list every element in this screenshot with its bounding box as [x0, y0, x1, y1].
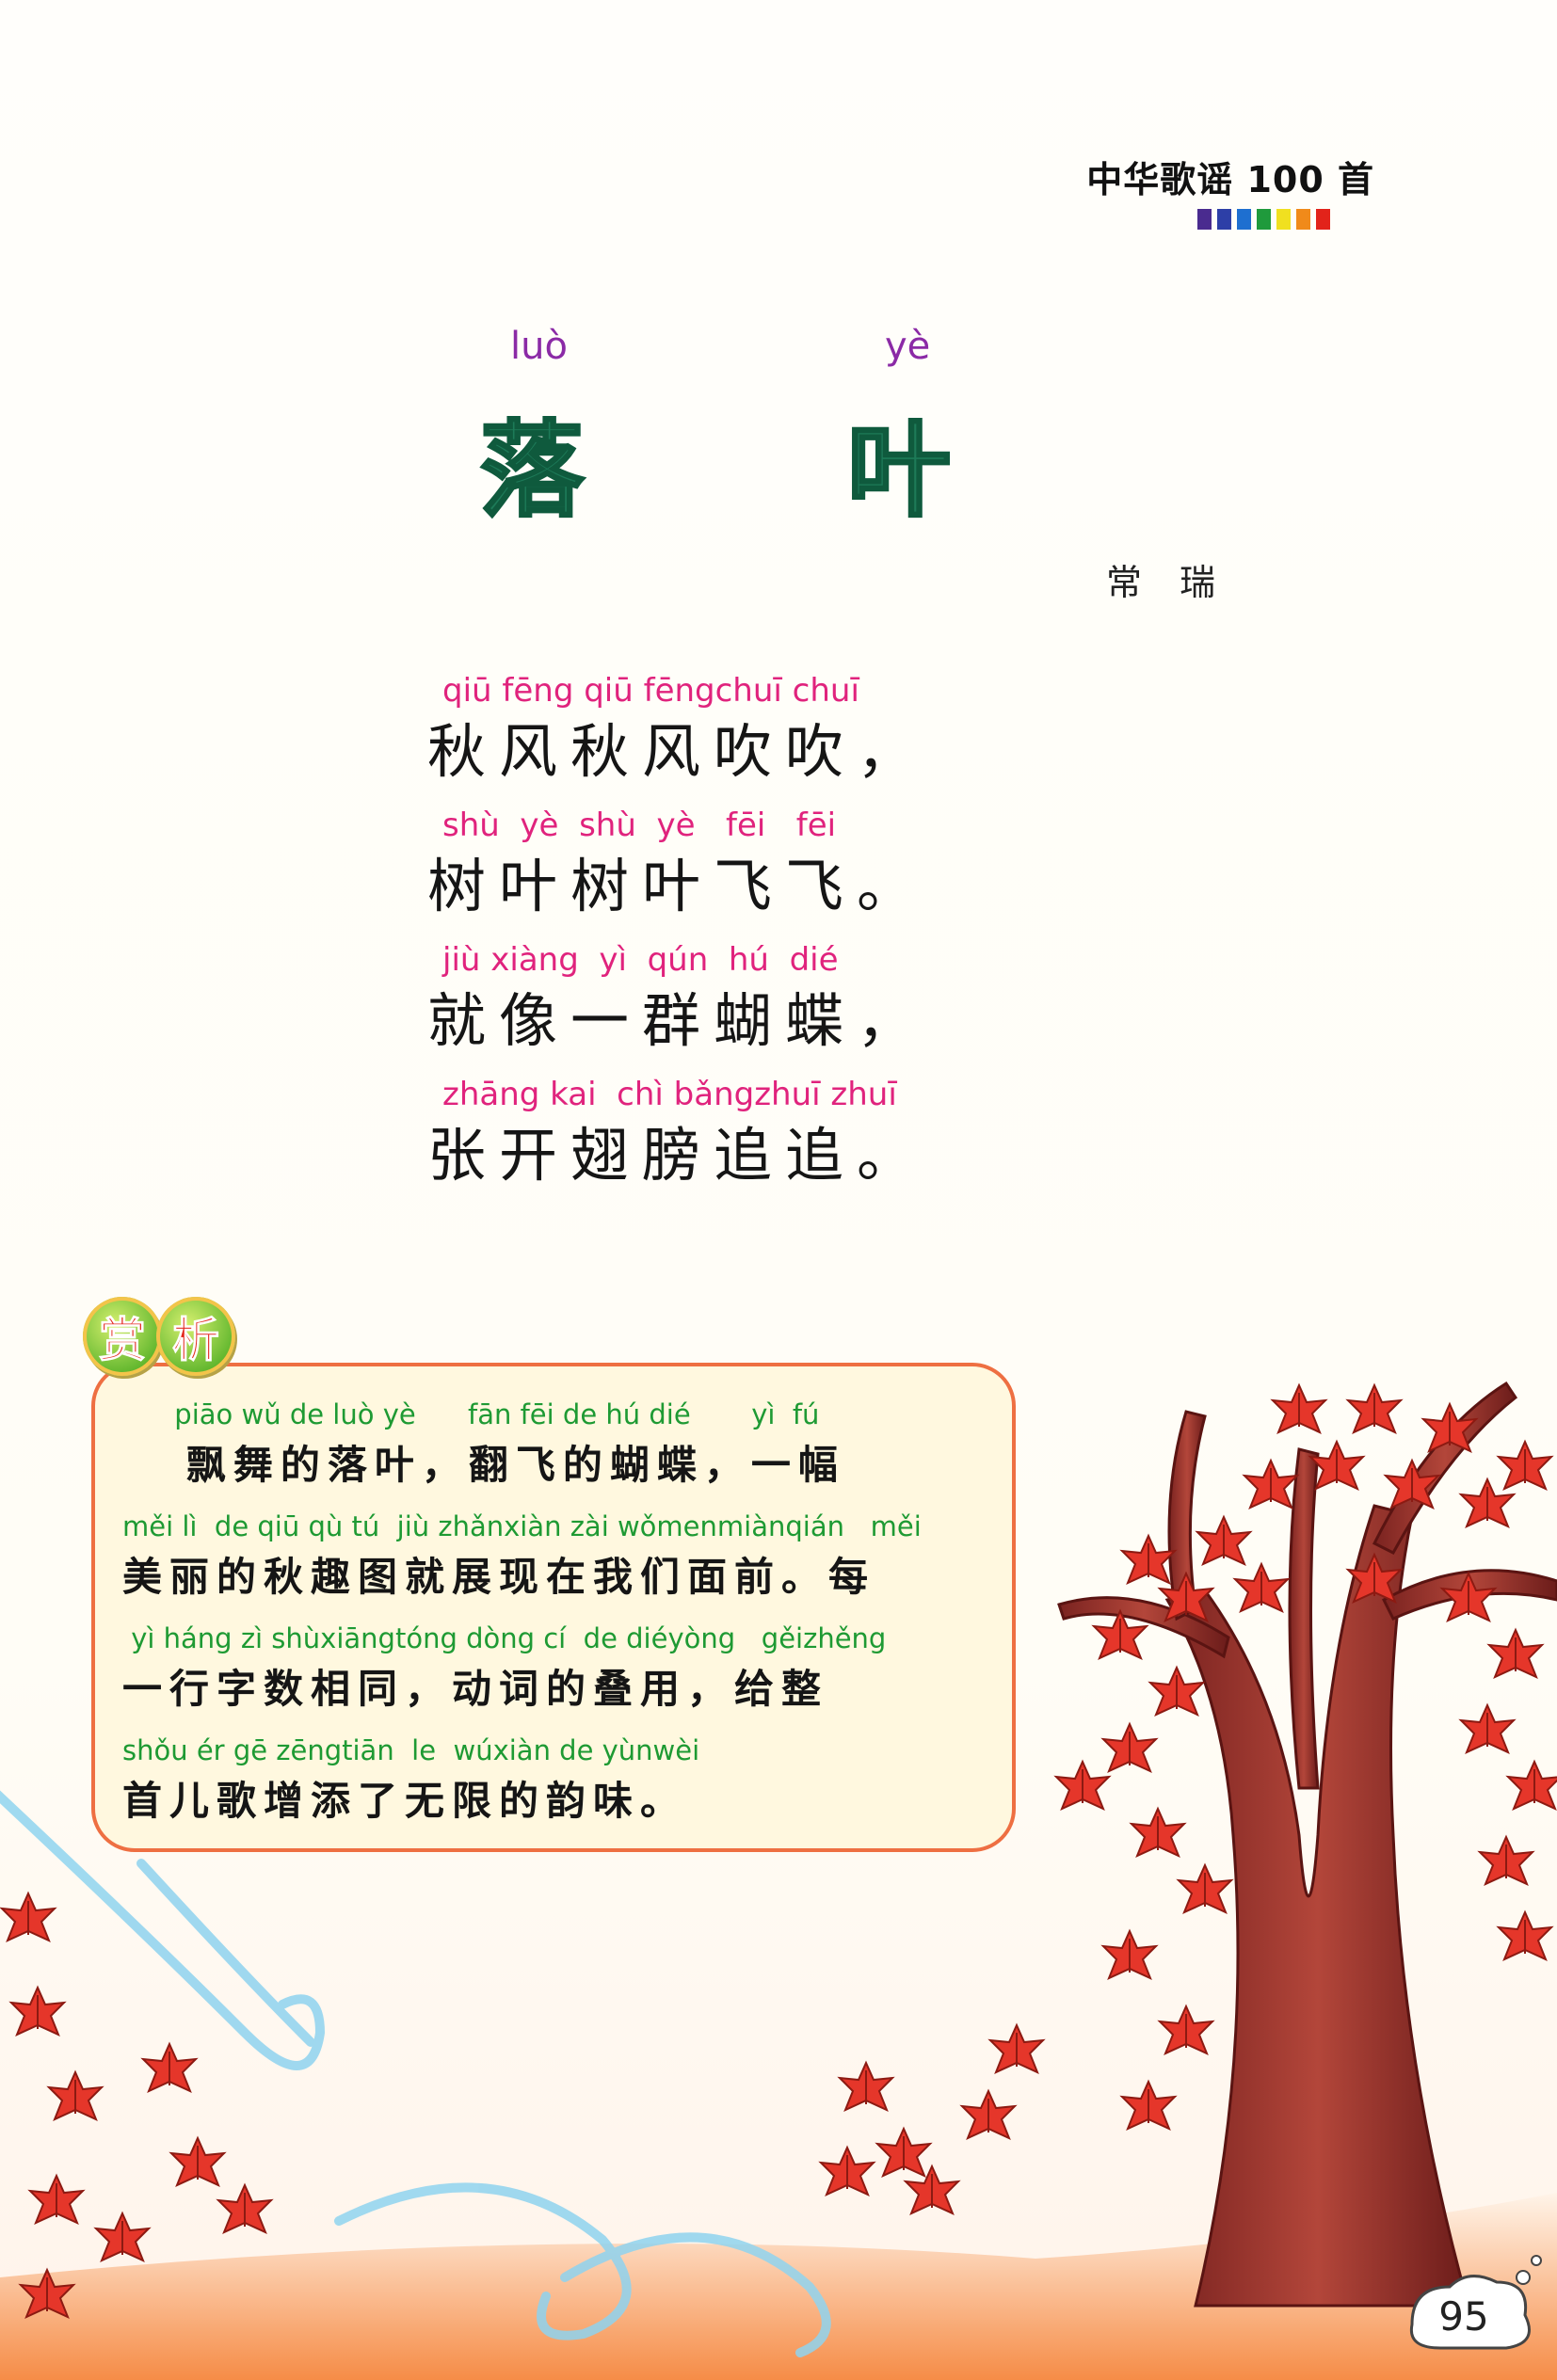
color-block	[1257, 209, 1271, 230]
color-strip	[1197, 209, 1330, 230]
poem-pinyin: shù yè shù yè fēi fēi	[442, 807, 837, 844]
color-block	[1217, 209, 1231, 230]
poem-text: 张开翅膀追追。	[427, 1121, 929, 1190]
series-title: 中华歌谣 100 首	[1086, 159, 1374, 200]
author-name: 常瑞	[1106, 562, 1254, 603]
analysis-pinyin: yì háng zì shùxiāngtóng dòng cí de diéyò…	[122, 1622, 887, 1654]
tree-trunk	[1057, 1381, 1557, 2308]
analysis-line: yì háng zì shùxiāngtóng dòng cí de diéyò…	[122, 1617, 998, 1729]
color-block	[1276, 209, 1291, 230]
color-block	[1197, 209, 1212, 230]
analysis-chinese: 一行字数相同，动词的叠用，给整	[122, 1666, 829, 1712]
poem-text: 秋风秋风吹吹，	[427, 717, 929, 786]
analysis-line: piāo wǔ de luò yè fān fēi de hú dié yì f…	[122, 1393, 998, 1505]
color-block	[1316, 209, 1330, 230]
poem-pinyin: zhāng kai chì bǎngzhuī zhuī	[442, 1076, 897, 1113]
badge-char: 赏	[83, 1297, 162, 1376]
poem-line: qiū fēng qiū fēngchuī chuī 秋风秋风吹吹，	[414, 668, 1073, 803]
poem-text: 树叶树叶飞飞。	[427, 852, 929, 920]
analysis-line: shǒu ér gē zēngtiān le wúxiàn de yùnwèi …	[122, 1729, 998, 1841]
badge-char: 析	[156, 1297, 235, 1376]
analysis-pinyin: shǒu ér gē zēngtiān le wúxiàn de yùnwèi	[122, 1734, 700, 1766]
analysis-chinese: 首儿歌增添了无限的韵味。	[122, 1778, 688, 1824]
poem-pinyin: qiū fēng qiū fēngchuī chuī	[442, 672, 859, 710]
analysis-badge: 赏 析	[83, 1297, 235, 1376]
color-block	[1296, 209, 1310, 230]
page-number: 95	[1438, 2293, 1489, 2340]
poem-line: zhāng kai chì bǎngzhuī zhuī 张开翅膀追追。	[414, 1072, 1073, 1206]
poem-body: qiū fēng qiū fēngchuī chuī 秋风秋风吹吹， shù y…	[414, 668, 1073, 1206]
color-block	[1237, 209, 1251, 230]
title-char-1: 落	[479, 408, 586, 533]
title-char-2: 叶	[846, 408, 953, 533]
analysis-line: měi lì de qiū qù tú jiù zhǎnxiàn zài wǒm…	[122, 1505, 998, 1617]
analysis-chinese: 美丽的秋趣图就展现在我们面前。每	[122, 1554, 876, 1600]
poem-line: shù yè shù yè fēi fēi 树叶树叶飞飞。	[414, 803, 1073, 937]
poem-line: jiù xiàng yì qún hú dié 就像一群蝴蝶，	[414, 937, 1073, 1072]
analysis-chinese: 飘舞的落叶，翻飞的蝴蝶，一幅	[122, 1442, 845, 1488]
book-page: 中华歌谣 100 首 luò yè 落 叶 常瑞 qiū fēng qiū fē…	[0, 0, 1557, 2380]
title-pinyin-1: luò	[510, 325, 568, 368]
poem-text: 就像一群蝴蝶，	[427, 986, 929, 1055]
analysis-pinyin: piāo wǔ de luò yè fān fēi de hú dié yì f…	[122, 1398, 820, 1430]
analysis-text: piāo wǔ de luò yè fān fēi de hú dié yì f…	[122, 1393, 998, 1841]
poem-pinyin: jiù xiàng yì qún hú dié	[442, 941, 839, 979]
title-pinyin-2: yè	[885, 325, 931, 368]
analysis-pinyin: měi lì de qiū qù tú jiù zhǎnxiàn zài wǒm…	[122, 1510, 922, 1542]
